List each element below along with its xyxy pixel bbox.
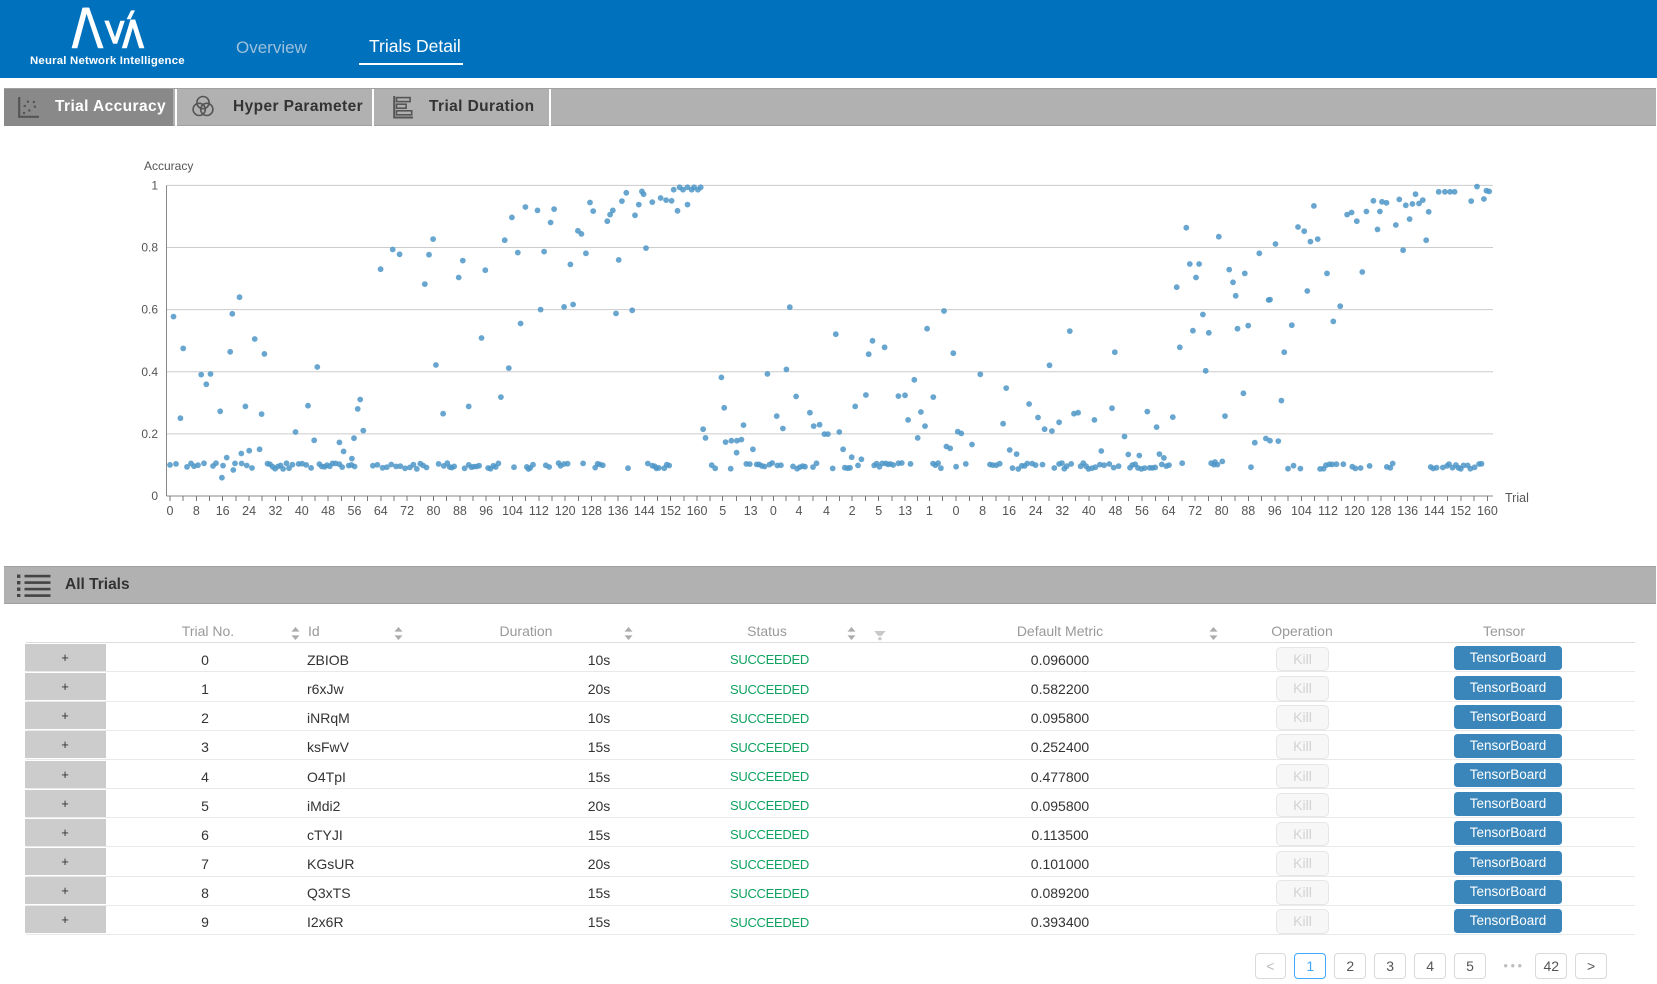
svg-text:0.6: 0.6 [141, 303, 158, 317]
svg-text:5: 5 [875, 504, 882, 518]
svg-text:32: 32 [1055, 504, 1069, 518]
svg-text:72: 72 [400, 504, 414, 518]
svg-text:88: 88 [453, 504, 467, 518]
svg-text:13: 13 [898, 504, 912, 518]
svg-text:136: 136 [608, 504, 629, 518]
svg-text:56: 56 [348, 504, 362, 518]
svg-text:1: 1 [926, 504, 933, 518]
svg-text:24: 24 [242, 504, 256, 518]
svg-text:104: 104 [1291, 504, 1312, 518]
svg-text:16: 16 [1002, 504, 1016, 518]
svg-text:104: 104 [502, 504, 523, 518]
svg-text:160: 160 [687, 504, 708, 518]
svg-text:48: 48 [321, 504, 335, 518]
svg-text:Trial: Trial [1505, 491, 1529, 505]
svg-text:0: 0 [953, 504, 960, 518]
svg-text:144: 144 [1424, 504, 1445, 518]
svg-text:64: 64 [374, 504, 388, 518]
svg-text:152: 152 [660, 504, 681, 518]
svg-text:120: 120 [1344, 504, 1365, 518]
svg-text:4: 4 [823, 504, 830, 518]
svg-text:0: 0 [770, 504, 777, 518]
svg-text:1: 1 [151, 178, 158, 192]
svg-text:64: 64 [1162, 504, 1176, 518]
svg-text:112: 112 [1318, 504, 1338, 518]
svg-text:48: 48 [1108, 504, 1122, 518]
svg-text:88: 88 [1241, 504, 1255, 518]
svg-text:Accuracy: Accuracy [144, 159, 193, 173]
svg-text:56: 56 [1135, 504, 1149, 518]
svg-text:128: 128 [1371, 504, 1392, 518]
svg-text:40: 40 [1082, 504, 1096, 518]
svg-text:160: 160 [1477, 504, 1498, 518]
svg-text:16: 16 [216, 504, 230, 518]
svg-text:5: 5 [719, 504, 726, 518]
svg-text:0.4: 0.4 [141, 365, 158, 379]
svg-text:0.8: 0.8 [141, 241, 158, 255]
svg-text:120: 120 [555, 504, 576, 518]
svg-text:0: 0 [167, 504, 174, 518]
svg-text:80: 80 [427, 504, 441, 518]
svg-text:152: 152 [1450, 504, 1471, 518]
svg-text:40: 40 [295, 504, 309, 518]
svg-text:4: 4 [796, 504, 803, 518]
svg-text:128: 128 [581, 504, 602, 518]
svg-text:24: 24 [1029, 504, 1043, 518]
svg-text:136: 136 [1397, 504, 1418, 518]
svg-text:144: 144 [634, 504, 655, 518]
svg-text:0: 0 [151, 489, 158, 503]
svg-text:8: 8 [979, 504, 986, 518]
svg-text:96: 96 [1268, 504, 1282, 518]
svg-text:72: 72 [1188, 504, 1202, 518]
svg-text:32: 32 [268, 504, 282, 518]
svg-text:112: 112 [529, 504, 549, 518]
svg-text:2: 2 [849, 504, 856, 518]
svg-text:80: 80 [1215, 504, 1229, 518]
svg-text:96: 96 [479, 504, 493, 518]
svg-text:8: 8 [193, 504, 200, 518]
svg-text:13: 13 [744, 504, 758, 518]
svg-text:0.2: 0.2 [141, 427, 158, 441]
